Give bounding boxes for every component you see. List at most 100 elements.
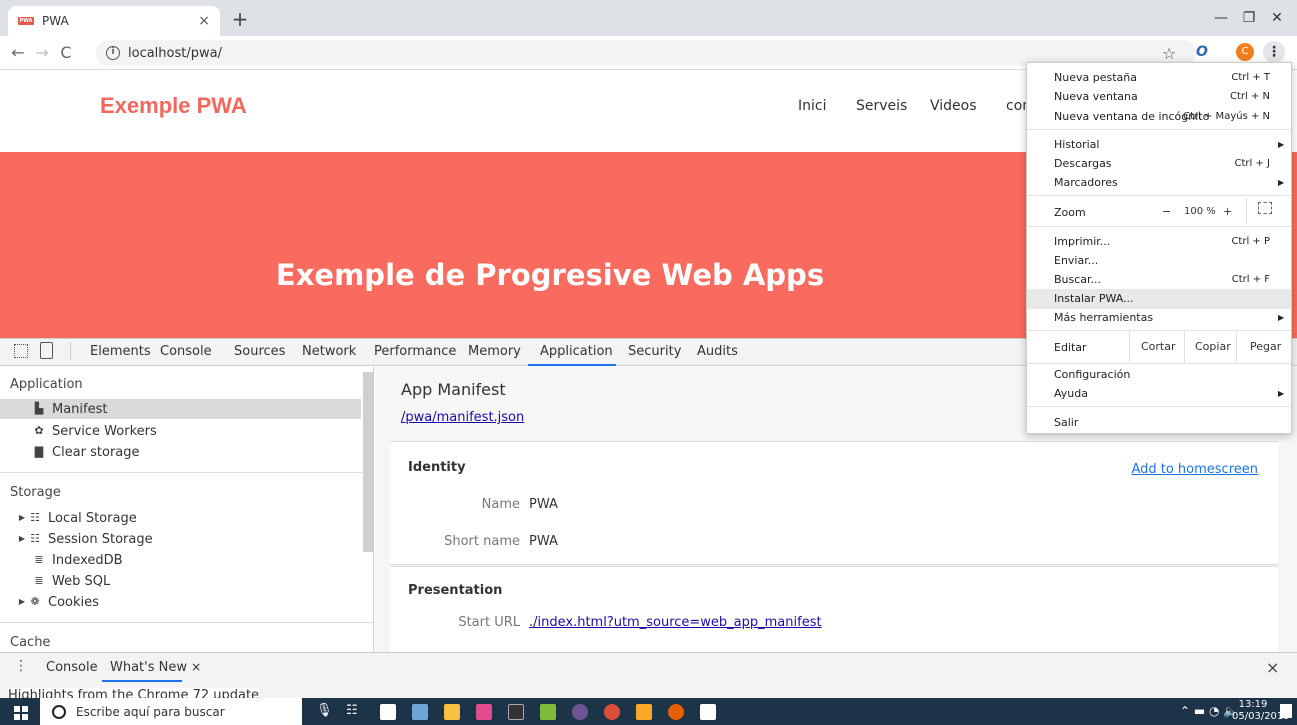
sidebar-item-service-workers[interactable]: ✿ Service Workers xyxy=(0,421,361,441)
app-icon[interactable] xyxy=(412,704,428,720)
manifest-link[interactable]: /pwa/manifest.json xyxy=(401,410,524,425)
start-url-link[interactable]: ./index.html?utm_source=web_app_manifest xyxy=(529,615,822,630)
nav-videos[interactable]: Videos xyxy=(930,98,977,114)
tab-network[interactable]: Network xyxy=(302,344,356,359)
window-close-icon[interactable]: ✕ xyxy=(1262,6,1292,30)
sidebar-item-indexeddb[interactable]: ≣ IndexedDB xyxy=(0,550,361,570)
tab-elements[interactable]: Elements xyxy=(90,344,151,359)
drawer-tab-whats-new[interactable]: What's New × xyxy=(110,660,201,675)
menu-find[interactable]: Buscar... xyxy=(1054,273,1101,286)
menu-exit[interactable]: Salir xyxy=(1054,416,1078,429)
windows-start-icon[interactable] xyxy=(14,706,28,720)
menu-cast[interactable]: Enviar... xyxy=(1054,254,1098,267)
expand-arrow-icon[interactable]: ▶ xyxy=(18,595,26,609)
copy-button[interactable]: Copiar xyxy=(1195,340,1231,353)
clock-date: 05/03/2019 xyxy=(1232,711,1290,722)
new-tab-button[interactable]: + xyxy=(228,8,252,32)
sidebar-item-cookies[interactable]: ▶ ❁ Cookies xyxy=(0,592,361,612)
app-icon[interactable] xyxy=(476,704,492,720)
sidebar-item-session-storage[interactable]: ▶ ☷ Session Storage xyxy=(0,529,361,549)
grid-icon: ☷ xyxy=(30,532,40,545)
restore-icon[interactable]: ❐ xyxy=(1234,6,1264,30)
nav-serveis[interactable]: Serveis xyxy=(856,98,907,114)
notepad-icon[interactable] xyxy=(700,704,716,720)
menu-new-tab[interactable]: Nueva pestaña xyxy=(1054,71,1137,84)
sidebar-scrollbar[interactable] xyxy=(363,372,373,552)
sidebar-item-manifest[interactable]: ▙ Manifest xyxy=(0,399,361,419)
notifications-icon[interactable] xyxy=(1280,704,1292,718)
cut-button[interactable]: Cortar xyxy=(1141,340,1176,353)
menu-downloads[interactable]: Descargas xyxy=(1054,157,1112,170)
menu-settings[interactable]: Configuración xyxy=(1054,368,1130,381)
browser-tab[interactable]: PWA PWA × xyxy=(8,6,220,36)
short-name-label: Short name xyxy=(444,534,520,549)
grid-icon: ☷ xyxy=(30,511,40,524)
tab-memory[interactable]: Memory xyxy=(468,344,521,359)
sidebar-item-label: Clear storage xyxy=(52,444,140,460)
mail-app-icon[interactable] xyxy=(380,704,396,720)
site-brand[interactable]: Exemple PWA xyxy=(100,93,247,119)
name-value: PWA xyxy=(529,497,558,512)
tab-performance[interactable]: Performance xyxy=(374,344,456,359)
menu-help[interactable]: Ayuda xyxy=(1054,387,1088,400)
close-icon[interactable]: × xyxy=(191,660,201,674)
menu-more-tools[interactable]: Más herramientas xyxy=(1054,311,1153,324)
minimize-icon[interactable]: — xyxy=(1206,6,1236,30)
panel-title: App Manifest xyxy=(401,380,506,399)
zoom-in-button[interactable]: + xyxy=(1223,205,1232,218)
sidebar-item-web-sql[interactable]: ≣ Web SQL xyxy=(0,571,361,591)
expand-arrow-icon[interactable]: ▶ xyxy=(18,532,26,546)
paste-button[interactable]: Pegar xyxy=(1250,340,1281,353)
chrome-menu-icon[interactable]: ⋮ xyxy=(1263,41,1285,63)
tab-title: PWA xyxy=(42,14,69,28)
back-icon[interactable]: ← xyxy=(8,42,28,64)
zoom-out-button[interactable]: − xyxy=(1162,205,1171,218)
tab-security[interactable]: Security xyxy=(628,344,681,359)
bookmark-star-icon[interactable]: ☆ xyxy=(1162,44,1176,63)
add-to-homescreen-link[interactable]: Add to homescreen xyxy=(1131,462,1258,477)
tab-application[interactable]: Application xyxy=(540,344,613,359)
file-explorer-icon[interactable] xyxy=(444,704,460,720)
chrome-icon[interactable] xyxy=(604,704,620,720)
tab-sources[interactable]: Sources xyxy=(234,344,285,359)
name-label: Name xyxy=(481,497,520,512)
shortcut: Ctrl + N xyxy=(1229,91,1270,102)
task-view-icon[interactable]: ☷ xyxy=(346,703,358,718)
reload-icon[interactable]: C xyxy=(56,42,76,64)
microphone-icon[interactable]: 🎙 xyxy=(316,703,333,718)
menu-history[interactable]: Historial xyxy=(1054,138,1099,151)
nav-inici[interactable]: Inici xyxy=(798,98,826,114)
tab-close-icon[interactable]: × xyxy=(198,13,210,29)
device-toolbar-icon[interactable] xyxy=(40,342,53,359)
start-url-label: Start URL xyxy=(458,615,520,630)
drawer-menu-icon[interactable]: ⋮ xyxy=(14,658,28,674)
app-icon[interactable] xyxy=(540,704,556,720)
terminal-icon[interactable] xyxy=(508,704,524,720)
expand-arrow-icon[interactable]: ▶ xyxy=(18,511,26,525)
forward-icon[interactable]: → xyxy=(32,42,52,64)
firefox-icon[interactable] xyxy=(668,704,684,720)
tab-audits[interactable]: Audits xyxy=(697,344,738,359)
menu-new-window[interactable]: Nueva ventana xyxy=(1054,90,1138,103)
menu-bookmarks[interactable]: Marcadores xyxy=(1054,176,1118,189)
sublime-icon[interactable] xyxy=(636,704,652,720)
fullscreen-icon[interactable] xyxy=(1258,202,1272,214)
info-icon[interactable]: i xyxy=(106,46,120,60)
sidebar-item-clear-storage[interactable]: ▇ Clear storage xyxy=(0,442,361,462)
url-text[interactable]: localhost/pwa/ xyxy=(128,46,222,61)
profile-avatar[interactable]: C xyxy=(1236,43,1254,61)
drawer-tab-console[interactable]: Console xyxy=(46,660,98,675)
extension-icon[interactable]: O xyxy=(1196,44,1208,60)
taskbar-clock[interactable]: 13:19 05/03/2019 xyxy=(1232,699,1290,723)
menu-print[interactable]: Imprimir... xyxy=(1054,235,1110,248)
sidebar-item-local-storage[interactable]: ▶ ☷ Local Storage xyxy=(0,508,361,528)
tray-icons[interactable]: ⌃ ▬ ◔ 🔈 xyxy=(1180,704,1238,718)
menu-install-pwa[interactable]: Instalar PWA... xyxy=(1054,292,1134,305)
drawer-close-icon[interactable]: × xyxy=(1266,658,1279,677)
tab-console[interactable]: Console xyxy=(160,344,212,359)
trash-icon: ▇ xyxy=(34,445,44,458)
sidebar-item-label: Manifest xyxy=(52,401,108,417)
inspect-element-icon[interactable] xyxy=(14,344,28,358)
github-icon[interactable] xyxy=(572,704,588,720)
taskbar-search-input[interactable]: Escribe aquí para buscar xyxy=(40,698,302,725)
